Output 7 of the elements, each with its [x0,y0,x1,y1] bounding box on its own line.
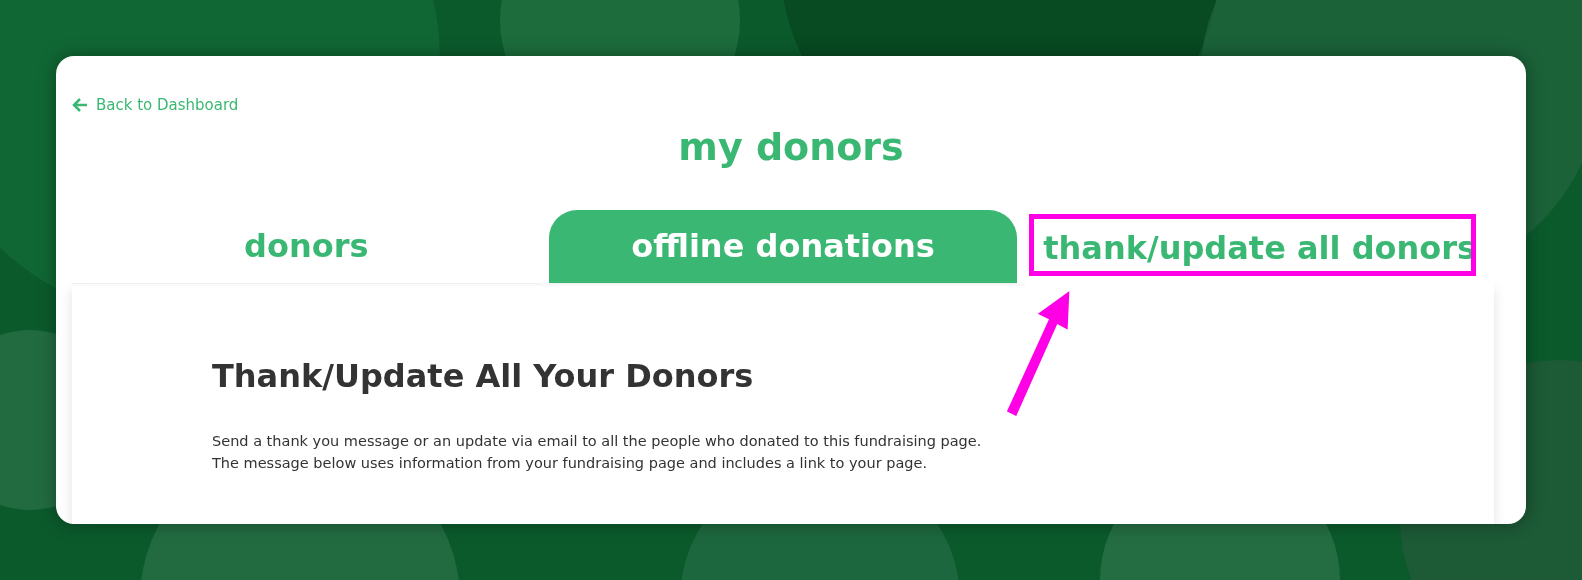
description-text: The message below uses information from your fundraising page and includes a link to your page. [212,453,929,473]
arrow-left-icon [72,98,88,113]
tab[interactable]: offline donations [548,209,1018,284]
description-text: Send a thank you message or an update via email to all the people who donated to this fundraising page. [212,431,983,451]
back-link[interactable]: Back to Dashboard [72,94,239,117]
page-title: my donors [677,123,905,171]
section-heading: Thank/Update All Your Donors [212,355,755,397]
